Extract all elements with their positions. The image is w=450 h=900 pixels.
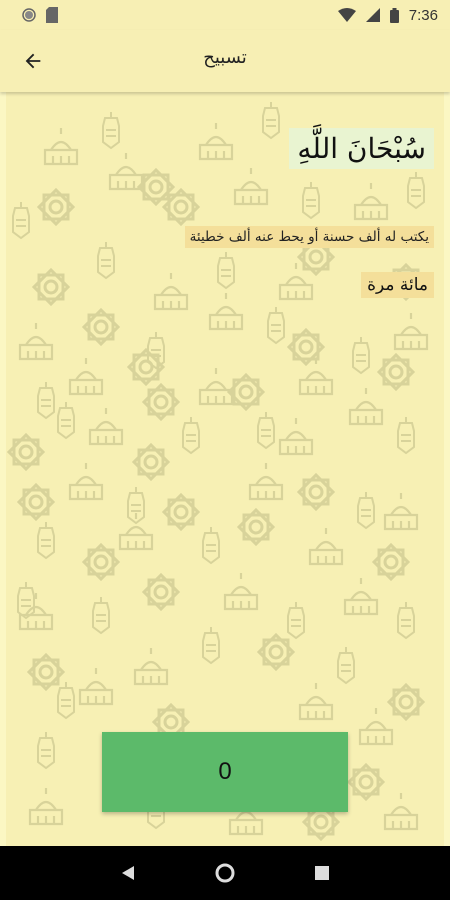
- pattern-tiles: [7, 101, 429, 841]
- status-left: [22, 7, 58, 23]
- home-circle-icon: [215, 863, 235, 883]
- back-triangle-icon: [122, 866, 135, 880]
- nav-home-button[interactable]: [205, 853, 245, 893]
- system-nav-bar: [0, 846, 450, 900]
- notification-dot-icon: [22, 8, 36, 22]
- repetition-count-label: مائة مرة: [361, 272, 434, 298]
- sim-card-icon: [46, 7, 58, 23]
- dhikr-text: سُبْحَانَ اللَّهِ: [289, 128, 434, 169]
- status-time: 7:36: [408, 6, 438, 24]
- status-bar: 7:36: [0, 0, 450, 30]
- nav-back-button[interactable]: [108, 853, 148, 893]
- app-bar: تسبيح: [0, 30, 450, 92]
- tasbih-counter-button[interactable]: 0: [102, 732, 348, 812]
- battery-icon: [389, 7, 399, 23]
- recents-square-icon: [314, 866, 329, 880]
- nav-recents-button[interactable]: [302, 853, 342, 893]
- signal-icon: [365, 8, 380, 22]
- wifi-icon: [337, 8, 356, 22]
- content-area: سُبْحَانَ اللَّهِ يكتب له ألف حسنة أو يح…: [6, 92, 444, 846]
- dhikr-virtue: يكتب له ألف حسنة أو يحط عنه ألف خطيئة: [184, 226, 434, 248]
- page-title: تسبيح: [203, 47, 247, 68]
- status-right: 7:36: [337, 6, 438, 24]
